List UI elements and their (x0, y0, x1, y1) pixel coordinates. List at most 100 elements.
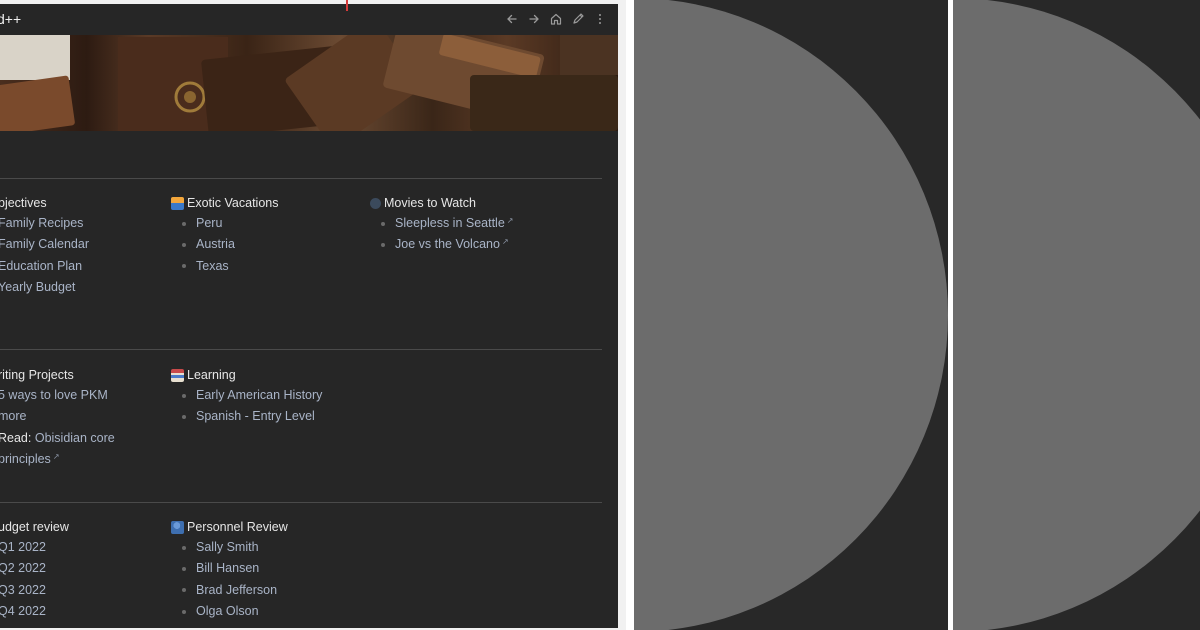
section-divider (0, 349, 602, 350)
block-title-movies: Movies to Watch (370, 194, 514, 212)
note-title: d++ (0, 11, 22, 27)
external-link-icon: ↗ (52, 451, 60, 461)
section-divider (0, 502, 602, 503)
list-item[interactable]: Spanish - Entry Level (171, 406, 322, 427)
list-item[interactable]: Family Recipes (0, 213, 89, 234)
personnel-block: Personnel Review Sally Smith Bill Hansen… (171, 518, 288, 622)
bullet (182, 242, 186, 247)
more-vertical-icon[interactable] (593, 12, 607, 26)
list-item[interactable]: Brad Jefferson (171, 580, 288, 601)
half-circle-shape (634, 0, 948, 630)
link-olga-olson[interactable]: Olga Olson (196, 601, 259, 622)
list-item[interactable]: Yearly Budget (0, 277, 89, 298)
link-sleepless-in-seattle[interactable]: Sleepless in Seattle (395, 213, 505, 234)
list-item[interactable]: Texas (171, 256, 278, 277)
block-title-text: Exotic Vacations (187, 196, 279, 210)
link-q4-2022[interactable]: Q4 2022 (0, 601, 46, 622)
block-title-text: Movies to Watch (384, 196, 476, 210)
bullet (182, 545, 186, 550)
placeholder-pane (634, 0, 948, 630)
list-item[interactable]: more (0, 406, 115, 427)
list-item[interactable]: Family Calendar (0, 234, 89, 255)
pencil-icon[interactable] (571, 12, 585, 26)
link-peru[interactable]: Peru (196, 213, 222, 234)
learning-block: Learning Early American History Spanish … (171, 366, 322, 428)
list-item[interactable]: Bill Hansen (171, 558, 288, 579)
link-brad-jefferson[interactable]: Brad Jefferson (196, 580, 277, 601)
note-window: d++ bjectives Family Recipes Family Cale… (0, 4, 618, 628)
link-joe-vs-the-volcano[interactable]: Joe vs the Volcano (395, 234, 500, 255)
block-title-text: Personnel Review (187, 520, 288, 534)
list-item[interactable]: Austria (171, 234, 278, 255)
bullet (182, 393, 186, 398)
section-divider (0, 178, 602, 179)
sunset-emoji-icon (171, 196, 184, 210)
note-panel: d++ bjectives Family Recipes Family Cale… (0, 0, 626, 630)
arrow-right-icon[interactable] (527, 12, 541, 26)
movie-camera-emoji-icon (370, 197, 381, 209)
link-family-calendar[interactable]: Family Calendar (0, 234, 89, 255)
note-titlebar: d++ (0, 4, 618, 34)
list-item[interactable]: Early American History (171, 385, 322, 406)
link-obsidian-core[interactable]: Obisidian core (35, 428, 115, 449)
list-item[interactable]: Joe vs the Volcano ↗ (370, 234, 514, 255)
read-label: Read: (0, 430, 32, 445)
vacations-block: Exotic Vacations Peru Austria Texas (171, 194, 278, 277)
movies-block: Movies to Watch Sleepless in Seattle ↗ Jo… (370, 194, 514, 256)
bullet (182, 588, 186, 593)
bullet (182, 566, 186, 571)
red-cursor-marker (346, 0, 348, 11)
bullet (182, 221, 186, 226)
block-title-objectives: bjectives (0, 196, 47, 210)
banner-image (0, 35, 618, 131)
list-item[interactable]: Q2 2022 (0, 558, 69, 579)
block-title-learning: Learning (171, 366, 322, 384)
block-title-text: Learning (187, 368, 236, 382)
writing-block: riting Projects 5 ways to love PKM more … (0, 366, 115, 470)
list-item[interactable]: Q4 2022 (0, 601, 69, 622)
bullet (182, 264, 186, 269)
bullet (182, 609, 186, 614)
list-item[interactable]: principles ↗ (0, 449, 115, 470)
list-item[interactable]: Sally Smith (171, 537, 288, 558)
block-title-budget: udget review (0, 520, 69, 534)
home-icon[interactable] (549, 12, 563, 26)
link-early-american-history[interactable]: Early American History (196, 385, 322, 406)
people-emoji-icon (171, 520, 184, 534)
external-link-icon: ↗ (501, 237, 509, 247)
link-more[interactable]: more (0, 406, 26, 427)
link-5-ways-to-love-pkm[interactable]: 5 ways to love PKM (0, 385, 108, 406)
arrow-left-icon[interactable] (505, 12, 519, 26)
block-title-personnel: Personnel Review (171, 518, 288, 536)
link-q1-2022[interactable]: Q1 2022 (0, 537, 46, 558)
list-item[interactable]: Olga Olson (171, 601, 288, 622)
list-item[interactable]: 5 ways to love PKM (0, 385, 115, 406)
block-title-writing: riting Projects (0, 368, 74, 382)
link-education-plan[interactable]: Education Plan (0, 256, 82, 277)
external-link-icon: ↗ (506, 216, 514, 225)
list-item[interactable]: Q1 2022 (0, 537, 69, 558)
link-sally-smith[interactable]: Sally Smith (196, 537, 259, 558)
half-circle-shape (953, 0, 1200, 630)
link-q3-2022[interactable]: Q3 2022 (0, 580, 46, 601)
link-spanish-entry-level[interactable]: Spanish - Entry Level (196, 406, 315, 427)
objectives-block: bjectives Family Recipes Family Calendar… (0, 194, 89, 298)
link-yearly-budget[interactable]: Yearly Budget (0, 277, 75, 298)
list-item[interactable]: Peru (171, 213, 278, 234)
link-principles[interactable]: principles (0, 449, 51, 470)
budget-block: udget review Q1 2022 Q2 2022 Q3 2022 Q4 … (0, 518, 69, 622)
books-emoji-icon (171, 368, 184, 382)
list-item[interactable]: Education Plan (0, 256, 89, 277)
block-title-vacations: Exotic Vacations (171, 194, 278, 212)
list-item[interactable]: Q3 2022 (0, 580, 69, 601)
link-austria[interactable]: Austria (196, 234, 235, 255)
bullet (381, 221, 385, 226)
placeholder-pane (953, 0, 1200, 630)
link-family-recipes[interactable]: Family Recipes (0, 213, 83, 234)
bullet (381, 242, 385, 247)
list-item[interactable]: Sleepless in Seattle ↗ (370, 213, 514, 234)
link-texas[interactable]: Texas (196, 256, 229, 277)
bullet (182, 414, 186, 419)
link-bill-hansen[interactable]: Bill Hansen (196, 558, 259, 579)
link-q2-2022[interactable]: Q2 2022 (0, 558, 46, 579)
